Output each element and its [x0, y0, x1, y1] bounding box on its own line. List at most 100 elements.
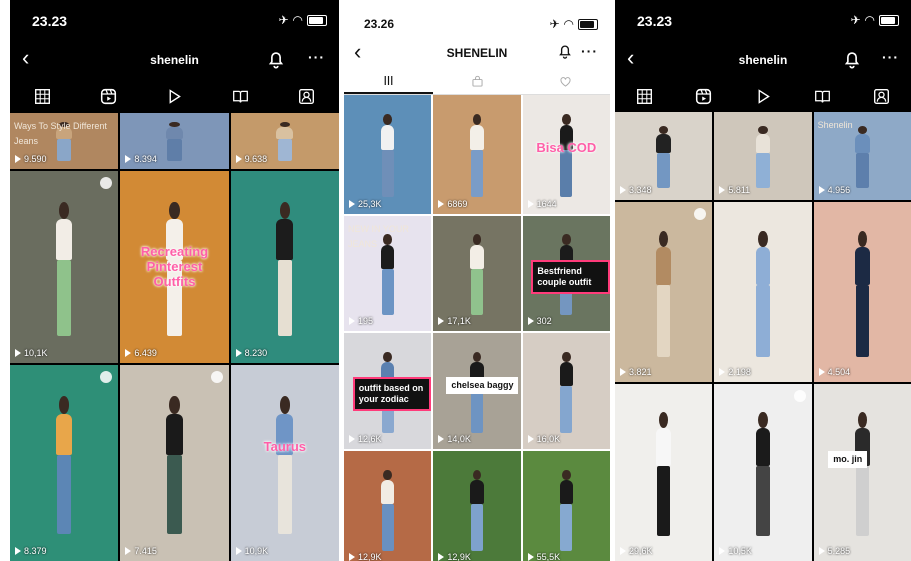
play-icon — [169, 88, 181, 104]
thumbnail-caption: Shenelin — [817, 120, 853, 130]
tab-liked[interactable] — [521, 68, 610, 94]
video-thumbnail[interactable]: 8.394 — [120, 113, 229, 169]
video-thumbnail[interactable]: 6869 — [433, 95, 521, 214]
view-count-value: 8.230 — [244, 348, 268, 358]
tab-videos[interactable] — [733, 80, 792, 112]
person-figure — [51, 201, 77, 337]
person-figure — [851, 412, 874, 537]
play-count-icon — [818, 186, 825, 194]
figure-head — [472, 234, 482, 245]
tab-grid[interactable] — [344, 68, 433, 94]
figure-top — [380, 480, 395, 505]
video-thumbnail[interactable]: Bestfriend couple outfit 302 — [522, 216, 610, 331]
video-thumbnail[interactable]: 7.415 — [120, 365, 229, 561]
video-thumbnail[interactable]: Bisa COD 1644 — [522, 95, 610, 214]
more-icon[interactable]: ··· — [308, 49, 325, 65]
pinned-icon — [100, 177, 113, 189]
tab-reels[interactable] — [76, 80, 142, 112]
person-figure — [272, 396, 298, 534]
battery-icon — [578, 18, 598, 30]
thumbnail-caption: mo. jin — [828, 451, 868, 469]
tab-videos[interactable] — [142, 80, 208, 112]
video-thumbnail[interactable]: 12,9K — [433, 451, 521, 561]
tab-shop[interactable] — [433, 68, 522, 94]
figure-jeans — [560, 504, 573, 551]
thumbnail-caption: Bestfriend couple outfit — [531, 259, 610, 294]
play-count-icon — [349, 200, 355, 208]
video-thumbnail[interactable]: mo. jin 5.285 — [813, 384, 911, 561]
person-figure — [652, 126, 675, 188]
video-thumbnail[interactable]: 4.504 — [813, 202, 911, 382]
view-count-value: 195 — [358, 316, 374, 326]
profile-header: ‹ shenelin ··· — [615, 40, 911, 80]
play-count-icon — [620, 186, 626, 194]
video-thumbnail[interactable]: NEW IN YOUR JEANS 195 — [344, 216, 432, 331]
video-thumbnail[interactable]: 9.638 — [230, 113, 339, 169]
video-thumbnail[interactable]: 3.348 — [615, 112, 713, 200]
phone-screen-2: 23.26 ✈ ◠ ‹ SHENELIN ··· 25,3K 6869 Bisa C… — [344, 0, 610, 561]
figure-top — [166, 127, 183, 139]
figure-head — [562, 234, 571, 245]
person-figure — [377, 114, 398, 198]
tab-tagged[interactable] — [273, 80, 339, 112]
view-count: 5.811 — [719, 185, 750, 195]
play-count-icon — [125, 349, 132, 357]
video-thumbnail[interactable]: 25,3K — [344, 95, 432, 214]
video-thumbnail[interactable]: 55,5K — [522, 451, 610, 561]
bell-icon[interactable] — [841, 48, 863, 70]
pinned-icon — [793, 390, 806, 402]
video-thumbnail[interactable]: 12,9K — [344, 451, 432, 561]
video-thumbnail[interactable]: Taurus 10,9K — [230, 365, 339, 561]
tab-reels[interactable] — [674, 80, 733, 112]
person-figure — [652, 412, 675, 537]
video-thumbnail[interactable]: 17,1K — [433, 216, 521, 331]
view-count: 2.198 — [719, 367, 751, 377]
figure-top — [559, 480, 574, 505]
view-count: 12,9K — [349, 552, 382, 561]
view-count-value: 29,6K — [629, 546, 653, 556]
figure-jeans — [56, 259, 72, 337]
video-thumbnail[interactable]: 16,0K — [522, 333, 610, 449]
bell-icon[interactable] — [556, 42, 574, 60]
video-thumbnail[interactable]: Shenelin 4.956 — [813, 112, 911, 200]
video-thumbnail[interactable]: 10,5K — [714, 384, 812, 561]
figure-head — [562, 469, 571, 481]
figure-jeans — [560, 149, 573, 198]
video-thumbnail[interactable]: chelsea baggy 14,0K — [433, 333, 521, 449]
video-thumbnail[interactable]: outfit based on your zodiac 12,6K — [344, 333, 432, 449]
video-thumbnail[interactable]: 10,1K — [10, 171, 119, 363]
person-figure — [272, 201, 298, 337]
figure-top — [656, 134, 672, 153]
view-count: 5.285 — [818, 546, 850, 556]
view-count-value: 17,1K — [447, 316, 471, 326]
battery-icon — [879, 14, 899, 26]
play-count-icon — [235, 547, 242, 555]
tab-guides[interactable] — [793, 80, 852, 112]
phone-screen-3: 23.23 ✈ ◠ ‹ shenelin ··· 3.348 5.811 Shene… — [615, 0, 911, 561]
video-thumbnail[interactable]: Recreating Pinterest Outfits 6.439 — [120, 171, 229, 363]
more-icon[interactable]: ··· — [882, 49, 899, 65]
tagged-icon — [298, 88, 314, 104]
video-thumbnail[interactable]: 8.379 — [10, 365, 119, 561]
grid-icon — [35, 88, 51, 104]
reels-icon — [696, 88, 712, 104]
video-thumbnail[interactable]: 29,6K — [615, 384, 713, 561]
tab-tagged[interactable] — [852, 80, 911, 112]
video-thumbnail[interactable]: 2.198 — [714, 202, 812, 382]
figure-head — [562, 114, 571, 125]
view-count-value: 1644 — [536, 199, 557, 209]
more-icon[interactable]: ··· — [581, 43, 598, 59]
tab-guides[interactable] — [207, 80, 273, 112]
view-count: 10,1K — [15, 348, 48, 358]
view-count: 1644 — [527, 199, 557, 209]
play-count-icon — [438, 317, 445, 325]
tab-grid[interactable] — [615, 80, 674, 112]
video-thumbnail[interactable]: 5.811 — [714, 112, 812, 200]
bell-icon[interactable] — [265, 48, 287, 70]
video-thumbnail[interactable]: 3.821 — [615, 202, 713, 382]
tab-grid[interactable] — [10, 80, 76, 112]
video-thumbnail[interactable]: 8.230 — [230, 171, 339, 363]
video-thumbnail[interactable]: Ways To Style Different Jeans 9.590 — [10, 113, 119, 169]
figure-jeans — [560, 386, 573, 433]
view-count-value: 9.590 — [24, 154, 47, 164]
